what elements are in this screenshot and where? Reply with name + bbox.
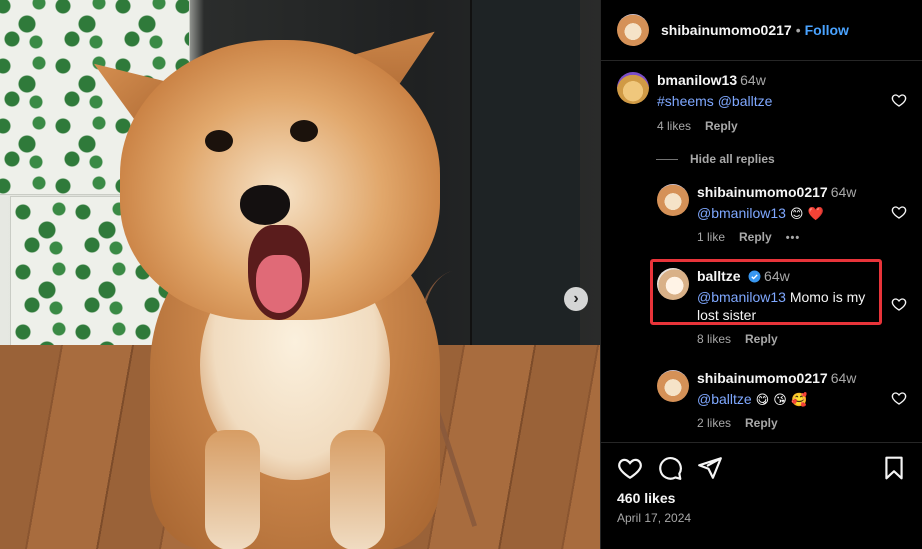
comment-text: @bmanilow13 😊 ❤️ xyxy=(697,204,856,224)
hide-replies-button[interactable]: Hide all replies xyxy=(656,152,775,166)
mention-link[interactable]: @balltze xyxy=(697,391,752,407)
comment-username[interactable]: shibainumomo0217 xyxy=(697,370,828,386)
heart-icon[interactable] xyxy=(617,455,643,481)
action-bar xyxy=(617,455,907,483)
heart-icon[interactable] xyxy=(891,390,907,406)
comment-time: 64w xyxy=(764,268,790,284)
comment-body: shibainumomo0217 64w @balltze 😋 😘 🥰 xyxy=(697,370,856,410)
comments-list[interactable]: bmanilow13 64w #sheems @balltze 4 likes Re… xyxy=(601,62,922,442)
post-date: April 17, 2024 xyxy=(617,511,692,525)
comment-body: shibainumomo0217 64w @bmanilow13 😊 ❤️ xyxy=(697,184,856,224)
post-footer: 460 likes April 17, 2024 xyxy=(601,442,922,549)
heart-icon[interactable] xyxy=(891,204,907,220)
comment-meta: 8 likes Reply xyxy=(697,332,792,346)
comment-text: @bmanilow13 Momo is my lost sister xyxy=(697,288,877,324)
comment-time: 64w xyxy=(830,184,857,200)
mention-link[interactable]: @bmanilow13 xyxy=(697,205,786,221)
bookmark-icon[interactable] xyxy=(881,455,907,481)
comment-username[interactable]: shibainumomo0217 xyxy=(697,184,828,200)
comment-username[interactable]: balltze xyxy=(697,268,741,284)
send-icon[interactable] xyxy=(697,455,723,481)
comment-meta: 1 like Reply ••• xyxy=(697,230,814,244)
dog-leg xyxy=(205,430,260,549)
comment-time: 64w xyxy=(830,370,857,386)
dog-leg xyxy=(330,430,385,549)
dog-tongue xyxy=(256,255,302,313)
comment-icon[interactable] xyxy=(657,455,683,481)
comment-username[interactable]: bmanilow13 xyxy=(657,72,737,88)
follow-button[interactable]: Follow xyxy=(805,22,849,38)
post-likes-count[interactable]: 460 likes xyxy=(617,490,675,506)
author-avatar[interactable] xyxy=(617,14,649,46)
comment-text: #sheems @balltze xyxy=(657,92,772,110)
avatar[interactable] xyxy=(657,184,689,216)
heart-icon[interactable] xyxy=(891,296,907,312)
reply-button[interactable]: Reply xyxy=(739,230,772,244)
comment-meta: 2 likes Reply xyxy=(697,416,792,430)
separator-dot: • xyxy=(795,22,801,38)
avatar[interactable] xyxy=(657,370,689,402)
avatar[interactable] xyxy=(617,72,649,104)
dog-eye xyxy=(290,120,318,142)
mention-link[interactable]: @balltze xyxy=(718,93,773,109)
comment-meta: 4 likes Reply xyxy=(657,119,752,133)
comment-likes[interactable]: 8 likes xyxy=(697,332,731,346)
avatar[interactable] xyxy=(657,268,689,300)
reply-button[interactable]: Reply xyxy=(745,332,778,346)
dog-eye xyxy=(205,130,233,152)
divider-line xyxy=(656,158,678,160)
mention-link[interactable]: @bmanilow13 xyxy=(697,289,786,305)
chevron-right-icon: › xyxy=(573,290,579,307)
comment-emojis: 😊 ❤️ xyxy=(789,207,824,222)
verified-badge-icon xyxy=(748,270,761,283)
comment-body: balltze 64w @bmanilow13 Momo is my lost … xyxy=(697,268,877,324)
comment-time: 64w xyxy=(740,72,766,88)
comment-body: bmanilow13 64w #sheems @balltze xyxy=(657,72,772,110)
hide-replies-label: Hide all replies xyxy=(690,152,775,166)
reply-button[interactable]: Reply xyxy=(745,416,778,430)
comment-likes[interactable]: 1 like xyxy=(697,230,725,244)
comment-emojis: 😋 😘 🥰 xyxy=(755,393,808,408)
author-username[interactable]: shibainumomo0217 xyxy=(661,22,792,38)
post-header: shibainumomo0217 • Follow xyxy=(601,0,922,61)
comment-text: @balltze 😋 😘 🥰 xyxy=(697,390,856,410)
hashtag-link[interactable]: #sheems xyxy=(657,93,714,109)
more-options-icon[interactable]: ••• xyxy=(786,232,801,244)
comment-likes[interactable]: 2 likes xyxy=(697,416,731,430)
next-photo-button[interactable]: › xyxy=(564,287,588,311)
comment-likes[interactable]: 4 likes xyxy=(657,119,691,133)
dog-nose xyxy=(240,185,290,225)
reply-button[interactable]: Reply xyxy=(705,119,738,133)
post-photo: › xyxy=(0,0,600,549)
post-side-panel: shibainumomo0217 • Follow bmanilow13 64w … xyxy=(600,0,922,549)
heart-icon[interactable] xyxy=(891,92,907,108)
